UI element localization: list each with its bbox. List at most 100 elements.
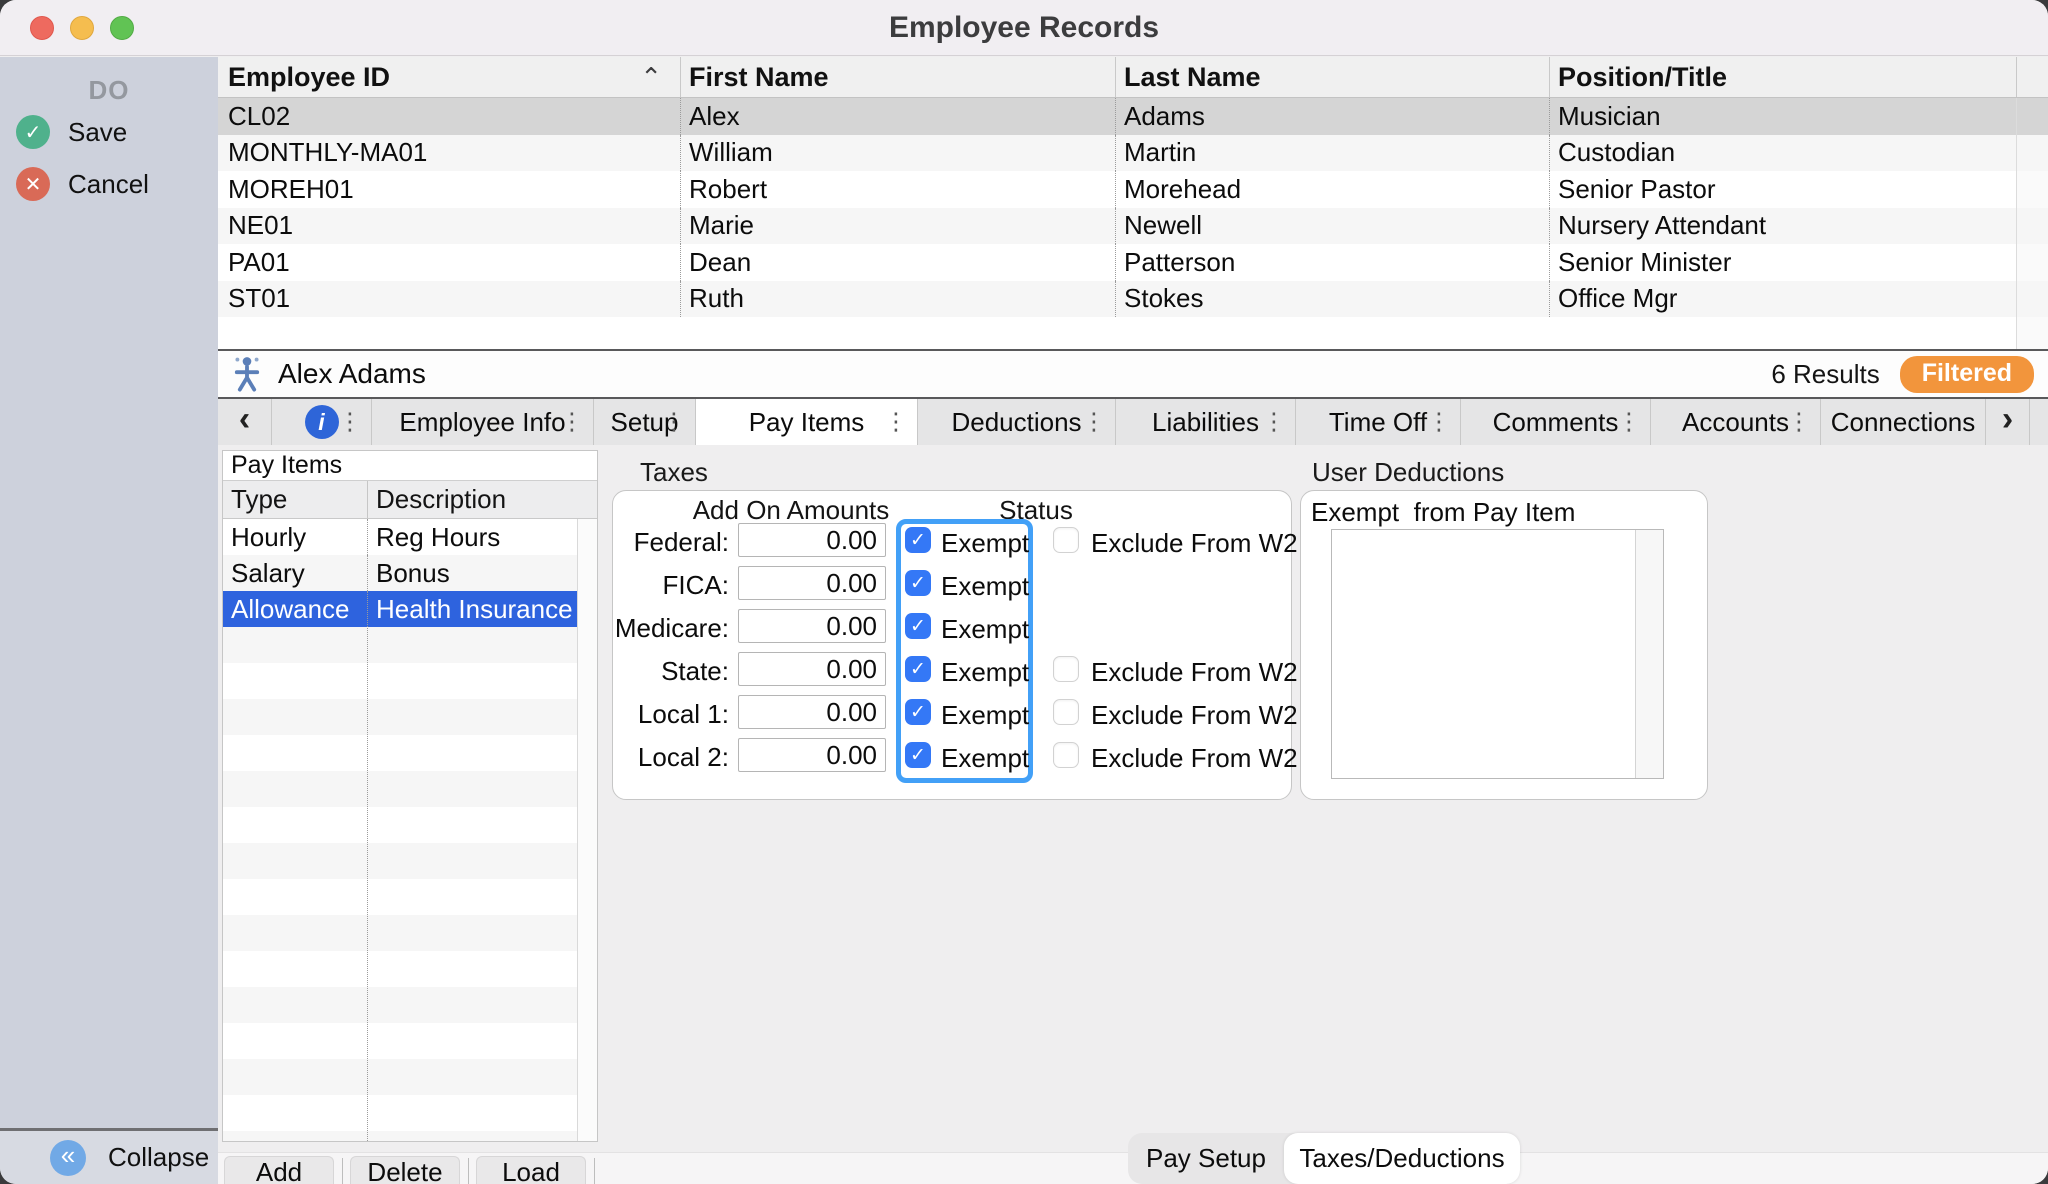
fica-exempt-label: Exempt [941,571,1030,601]
local2-amount-input[interactable] [738,738,886,772]
cancel-button[interactable]: ✕ Cancel [16,167,149,201]
local2-exempt-checkbox[interactable]: ✓ [905,742,931,768]
local1-exempt-checkbox[interactable]: ✓ [905,699,931,725]
list-item[interactable]: Salary Bonus [223,555,597,591]
table-row[interactable]: NE01 Marie Newell Nursery Attendant [218,207,2048,244]
cell-position: Musician [1549,98,2016,135]
row-scrollbar-gutter [2016,207,2048,244]
record-name: Alex Adams [278,358,426,389]
sidebar: DO ✓ Save ✕ Cancel [0,57,218,1128]
federal-exempt-checkbox[interactable]: ✓ [905,527,931,553]
tab-setup[interactable]: Setup ⋮ [594,399,696,445]
tab-accounts[interactable]: Accounts ⋮ [1651,399,1821,445]
state-exclude-w2-checkbox[interactable] [1053,656,1079,682]
minimize-window-icon[interactable] [70,16,94,40]
tab-menu-icon[interactable]: ⋮ [338,408,362,437]
cancel-x-icon: ✕ [16,167,50,201]
tab-info[interactable]: i ⋮ [272,399,372,445]
zoom-window-icon[interactable] [110,16,134,40]
tab-menu-icon[interactable]: ⋮ [884,408,908,437]
column-header-last-name[interactable]: Last Name [1115,57,1549,97]
local1-exclude-w2-label: Exclude From W2 [1091,700,1298,730]
scrollbar-track[interactable] [2016,317,2048,349]
medicare-amount-input[interactable] [738,609,886,643]
federal-amount-input[interactable] [738,523,886,557]
window-title: Employee Records [888,10,1160,44]
record-tab-bar: ‹ i ⋮ Employee Info ⋮ Setup ⋮ Pay Items … [218,399,2048,445]
tab-comments[interactable]: Comments ⋮ [1461,399,1651,445]
chevron-left-icon: ‹ [238,399,251,438]
close-window-icon[interactable] [30,16,54,40]
tab-deductions[interactable]: Deductions ⋮ [918,399,1116,445]
state-amount-input[interactable] [738,652,886,686]
button-separator [594,1158,595,1184]
tab-connections[interactable]: Connections [1821,399,1986,445]
cell-description: Bonus [367,555,578,591]
table-row[interactable]: PA01 Dean Patterson Senior Minister [218,244,2048,281]
tab-menu-icon[interactable]: ⋮ [1262,408,1286,437]
state-exempt-checkbox[interactable]: ✓ [905,656,931,682]
tab-liabilities[interactable]: Liabilities ⋮ [1116,399,1296,445]
local2-exclude-w2-checkbox[interactable] [1053,742,1079,768]
medicare-exempt-checkbox[interactable]: ✓ [905,613,931,639]
local2-label: Local 2: [637,742,729,772]
sort-ascending-icon: ⌃ [640,61,662,92]
cell-employee-id: MONTHLY-MA01 [218,134,680,171]
tab-menu-icon[interactable]: ⋮ [662,408,686,437]
tab-time-off[interactable]: Time Off ⋮ [1296,399,1461,445]
load-button[interactable]: Load [476,1156,586,1184]
header-gutter [578,481,597,518]
tab-menu-icon[interactable]: ⋮ [1787,408,1811,437]
tab-pay-setup[interactable]: Pay Setup [1128,1133,1284,1184]
employee-table-header: Employee ID ⌃ First Name Last Name Posit… [218,57,2048,98]
fica-label: FICA: [662,570,729,600]
tabs-back-button[interactable]: ‹ [218,399,272,445]
federal-exclude-w2-checkbox[interactable] [1053,527,1079,553]
list-item-selected[interactable]: Allowance Health Insurance [223,591,597,627]
cell-position: Office Mgr [1549,280,2016,317]
scrollbar-track[interactable] [577,519,597,1141]
filtered-badge[interactable]: Filtered [1899,355,2034,393]
column-header-type[interactable]: Type [223,481,367,518]
cell-first-name: Alex [680,98,1115,135]
user-deductions-panel: Exempt from Pay Item [1300,490,1708,800]
scrollbar-track[interactable] [1635,530,1663,778]
local1-exclude-w2-checkbox[interactable] [1053,699,1079,725]
cancel-label: Cancel [68,168,149,199]
tab-pay-items[interactable]: Pay Items ⋮ [696,399,918,445]
cell-last-name: Newell [1115,207,1549,244]
table-row[interactable]: CL02 Alex Adams Musician [218,98,2048,135]
fica-amount-input[interactable] [738,566,886,600]
tab-menu-icon[interactable]: ⋮ [560,408,584,437]
list-item[interactable]: Hourly Reg Hours [223,519,597,555]
table-row[interactable]: ST01 Ruth Stokes Office Mgr [218,280,2048,317]
column-separator [367,519,368,1141]
cell-first-name: William [680,134,1115,171]
column-header-position-title[interactable]: Position/Title [1549,57,2016,97]
pay-items-panel-title: Pay Items [223,451,597,481]
tab-employee-info[interactable]: Employee Info ⋮ [372,399,594,445]
pay-items-rows: Hourly Reg Hours Salary Bonus Allowance … [223,519,597,1141]
tab-menu-icon[interactable]: ⋮ [1082,408,1106,437]
delete-button[interactable]: Delete [350,1156,460,1184]
save-button[interactable]: ✓ Save [16,115,127,149]
pay-items-column-headers: Type Description [223,481,597,519]
column-header-description[interactable]: Description [367,481,578,518]
tab-menu-icon[interactable]: ⋮ [1427,408,1451,437]
local1-exempt-label: Exempt [941,700,1030,730]
add-button[interactable]: Add [224,1156,334,1184]
local1-amount-input[interactable] [738,695,886,729]
tabs-forward-button[interactable]: › [1986,399,2030,445]
collapse-button[interactable]: « Collapse [0,1131,218,1184]
column-header-employee-id[interactable]: Employee ID ⌃ [218,57,680,97]
table-row[interactable]: MOREH01 Robert Morehead Senior Pastor [218,171,2048,208]
fica-exempt-checkbox[interactable]: ✓ [905,570,931,596]
column-header-first-name[interactable]: First Name [680,57,1115,97]
tab-menu-icon[interactable]: ⋮ [1617,408,1641,437]
cell-first-name: Robert [680,171,1115,208]
local2-exempt-label: Exempt [941,743,1030,773]
cell-employee-id: ST01 [218,280,680,317]
exempt-from-pay-item-list[interactable] [1331,529,1664,779]
table-row[interactable]: MONTHLY-MA01 William Martin Custodian [218,134,2048,171]
tab-taxes-deductions[interactable]: Taxes/Deductions [1284,1133,1520,1184]
